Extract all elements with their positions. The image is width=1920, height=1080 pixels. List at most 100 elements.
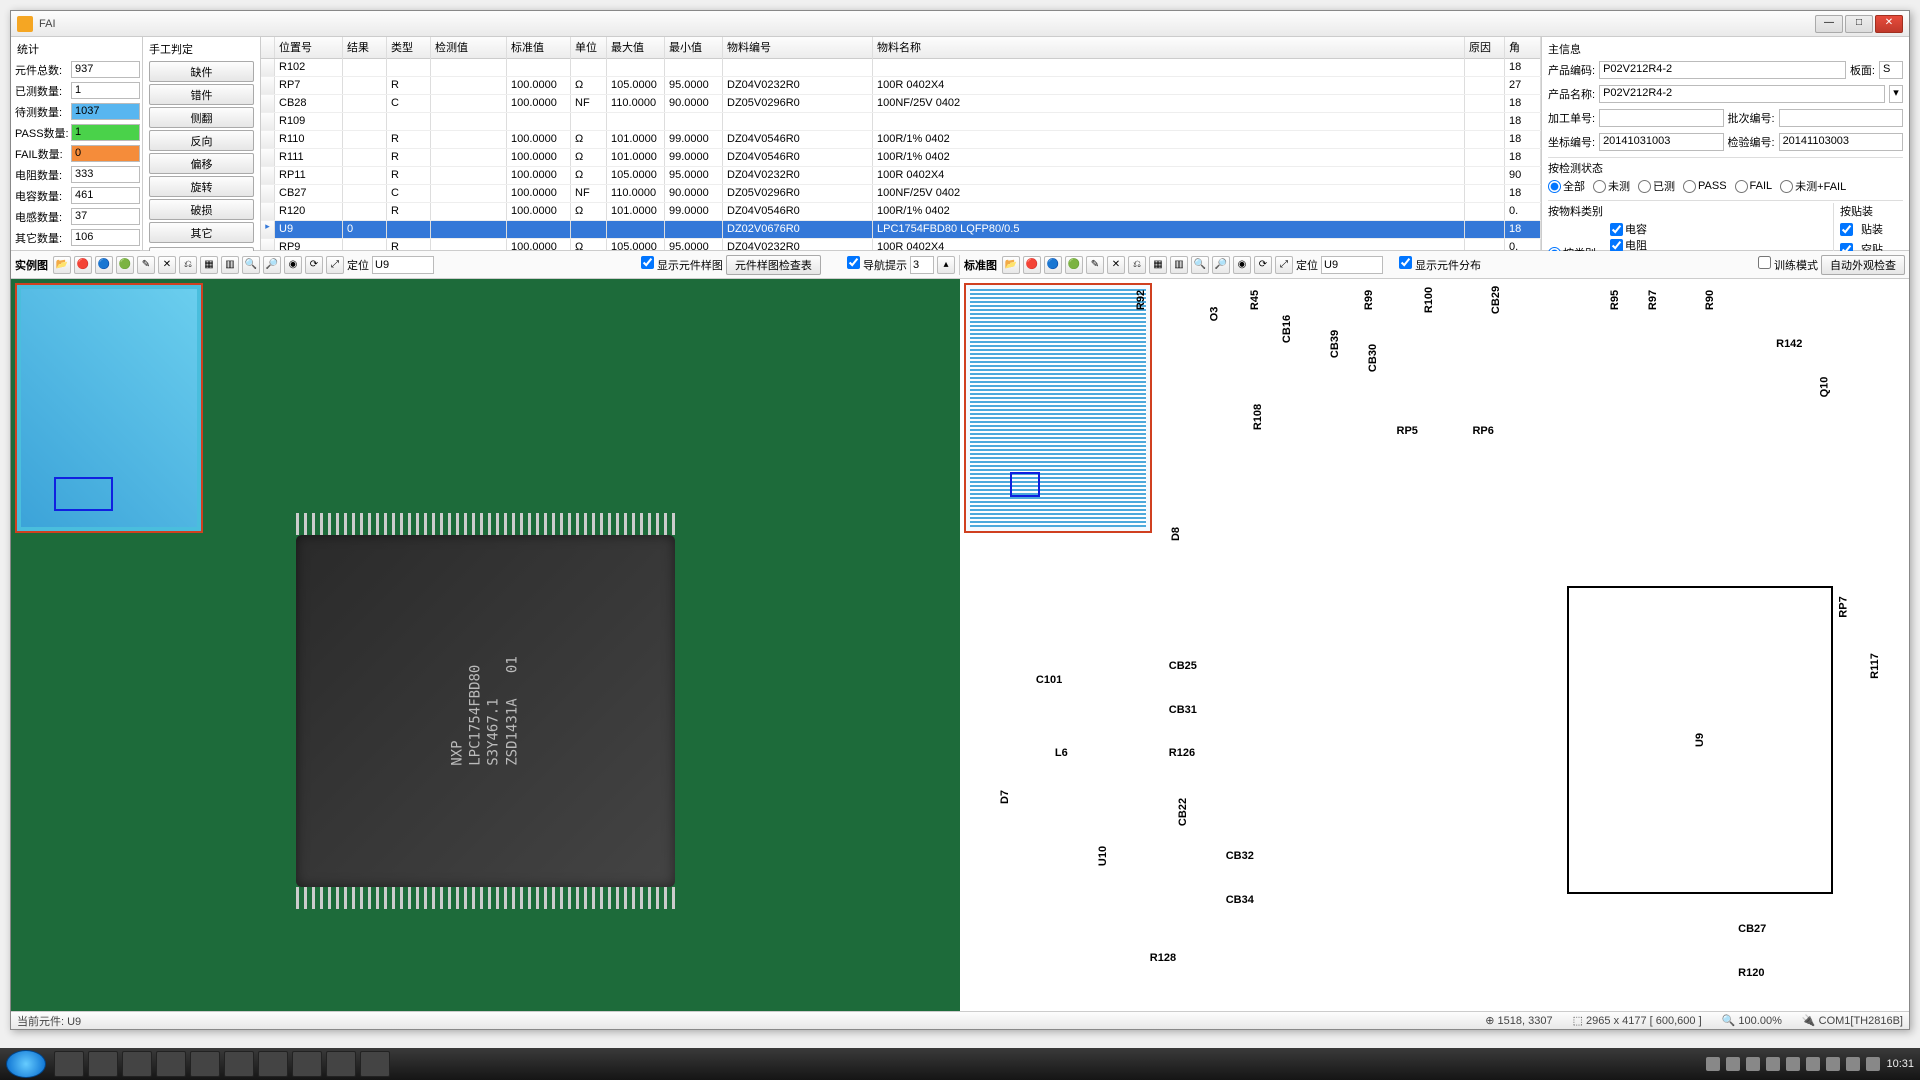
paste-mount-check[interactable]: 贴装 [1840, 219, 1903, 239]
tool-icon[interactable]: ▥ [221, 256, 239, 274]
status-radio[interactable]: 未测 [1593, 178, 1630, 194]
taskbar-icon[interactable] [54, 1051, 84, 1077]
taskbar-icon[interactable] [258, 1051, 288, 1077]
tool-icon[interactable]: ◉ [284, 256, 302, 274]
tool-icon[interactable]: ✎ [137, 256, 155, 274]
zoom-in-icon[interactable]: 🔍 [1191, 256, 1209, 274]
tool-icon[interactable]: ▦ [200, 256, 218, 274]
tray-icon[interactable] [1806, 1057, 1820, 1071]
real-overview[interactable] [15, 283, 203, 533]
tool-icon[interactable]: 🟢 [1065, 256, 1083, 274]
taskbar-icon[interactable] [122, 1051, 152, 1077]
tool-icon[interactable]: ✕ [1107, 256, 1125, 274]
tool-icon[interactable]: 📂 [53, 256, 71, 274]
system-tray[interactable]: 10:31 [1706, 1057, 1914, 1071]
judge-button[interactable]: 破损 [149, 199, 254, 220]
tray-icon[interactable] [1766, 1057, 1780, 1071]
tray-icon[interactable] [1726, 1057, 1740, 1071]
taskbar-icon[interactable] [360, 1051, 390, 1077]
table-row[interactable]: CB27 C 100.0000NF 110.000090.0000 DZ05V0… [261, 185, 1541, 203]
table-row[interactable]: RP9 R 100.0000Ω 105.000095.0000 DZ04V023… [261, 239, 1541, 250]
table-row[interactable]: CB28 C 100.0000NF 110.000090.0000 DZ05V0… [261, 95, 1541, 113]
locate-right-input[interactable] [1321, 256, 1383, 274]
tool-icon[interactable]: 🔵 [1044, 256, 1062, 274]
taskbar[interactable]: 10:31 [0, 1048, 1920, 1080]
judge-button[interactable]: 反向 [149, 130, 254, 151]
status-radio[interactable]: 未测+FAIL [1780, 178, 1846, 194]
judge-button[interactable]: 错件 [149, 84, 254, 105]
status-radio[interactable]: 已测 [1638, 178, 1675, 194]
tool-icon[interactable]: ⤢ [326, 256, 344, 274]
zoom-in-icon[interactable]: 🔍 [242, 256, 260, 274]
status-radio[interactable]: FAIL [1735, 180, 1773, 193]
taskbar-icon[interactable] [88, 1051, 118, 1077]
judge-button[interactable]: 侧翻 [149, 107, 254, 128]
table-row[interactable]: R111 R 100.0000Ω 101.000099.0000 DZ04V05… [261, 149, 1541, 167]
tool-icon[interactable]: ⟳ [1254, 256, 1272, 274]
tool-icon[interactable]: ▦ [1149, 256, 1167, 274]
maximize-button[interactable]: □ [1845, 15, 1873, 33]
table-row[interactable]: RP7 R 100.0000Ω 105.000095.0000 DZ04V023… [261, 77, 1541, 95]
tray-icon[interactable] [1706, 1057, 1720, 1071]
table-row[interactable]: R102 18 [261, 59, 1541, 77]
product-name-expand[interactable]: ▾ [1889, 85, 1903, 103]
tool-icon[interactable]: 🔵 [95, 256, 113, 274]
tool-icon[interactable]: 🟢 [116, 256, 134, 274]
nav-up-icon[interactable]: ▴ [937, 256, 955, 274]
show-sample-check[interactable]: 显示元件样图 [641, 256, 723, 273]
status-radio[interactable]: PASS [1683, 180, 1727, 193]
judge-button[interactable]: 缺件 [149, 61, 254, 82]
taskbar-icon[interactable] [224, 1051, 254, 1077]
zoom-out-icon[interactable]: 🔎 [1212, 256, 1230, 274]
real-image-pane[interactable]: NXP LPC1754FBD80 S3Y467.1 ZSD1431A 01 [11, 279, 960, 1011]
data-grid[interactable]: 位置号 结果 类型 检测值 标准值 单位 最大值 最小值 物料编号 物料名称 原… [261, 37, 1541, 250]
nav-value-input[interactable] [910, 256, 934, 274]
judge-button[interactable]: 旋转 [149, 176, 254, 197]
tool-icon[interactable]: 🔴 [74, 256, 92, 274]
tray-icon[interactable] [1826, 1057, 1840, 1071]
table-row[interactable]: R109 18 [261, 113, 1541, 131]
tool-icon[interactable]: ⎌ [1128, 256, 1146, 274]
table-row[interactable]: R110 R 100.0000Ω 101.000099.0000 DZ04V05… [261, 131, 1541, 149]
taskbar-icon[interactable] [292, 1051, 322, 1077]
minimize-button[interactable]: — [1815, 15, 1843, 33]
auto-inspect-button[interactable]: 自动外观检查 [1821, 255, 1905, 275]
tray-icon[interactable] [1786, 1057, 1800, 1071]
material-check[interactable]: 电容 [1610, 221, 1647, 237]
tray-icon[interactable] [1846, 1057, 1860, 1071]
train-mode-check[interactable]: 训练模式 [1758, 256, 1818, 273]
tool-icon[interactable]: ⤢ [1275, 256, 1293, 274]
judge-button[interactable]: 其它 [149, 222, 254, 243]
batch[interactable] [1779, 109, 1903, 127]
schematic-label: D7 [999, 790, 1011, 804]
tray-icon[interactable] [1746, 1057, 1760, 1071]
tool-icon[interactable]: ✕ [158, 256, 176, 274]
tool-icon[interactable]: ◉ [1233, 256, 1251, 274]
schematic-pane[interactable]: R92O3R45CB16R108R99R100CB29CB39CB30R95R9… [960, 279, 1909, 1011]
work-order[interactable] [1599, 109, 1723, 127]
zoom-out-icon[interactable]: 🔎 [263, 256, 281, 274]
taskbar-icon[interactable] [326, 1051, 356, 1077]
locate-left-input[interactable] [372, 256, 434, 274]
taskbar-icon[interactable] [156, 1051, 186, 1077]
start-button[interactable] [6, 1050, 46, 1078]
nav-hint-check[interactable]: 导航提示 [847, 256, 907, 273]
tool-icon[interactable]: ⎌ [179, 256, 197, 274]
judge-button[interactable]: 偏移 [149, 153, 254, 174]
tool-icon[interactable]: ✎ [1086, 256, 1104, 274]
table-row[interactable]: ▸ U90 DZ02V0676R0LPC1754FBD80 LQFP80/0.5… [261, 221, 1541, 239]
clock[interactable]: 10:31 [1886, 1058, 1914, 1070]
table-row[interactable]: R120 R 100.0000Ω 101.000099.0000 DZ04V05… [261, 203, 1541, 221]
tool-icon[interactable]: 📂 [1002, 256, 1020, 274]
taskbar-icon[interactable] [190, 1051, 220, 1077]
tool-icon[interactable]: ⟳ [305, 256, 323, 274]
sample-table-button[interactable]: 元件样图检查表 [726, 255, 821, 275]
tool-icon[interactable]: ▥ [1170, 256, 1188, 274]
tray-icon[interactable] [1866, 1057, 1880, 1071]
status-radio[interactable]: 全部 [1548, 178, 1585, 194]
show-dist-check[interactable]: 显示元件分布 [1399, 256, 1481, 273]
tool-icon[interactable]: 🔴 [1023, 256, 1041, 274]
close-button[interactable]: ✕ [1875, 15, 1903, 33]
table-row[interactable]: RP11 R 100.0000Ω 105.000095.0000 DZ04V02… [261, 167, 1541, 185]
schematic-label: L6 [1055, 747, 1068, 759]
